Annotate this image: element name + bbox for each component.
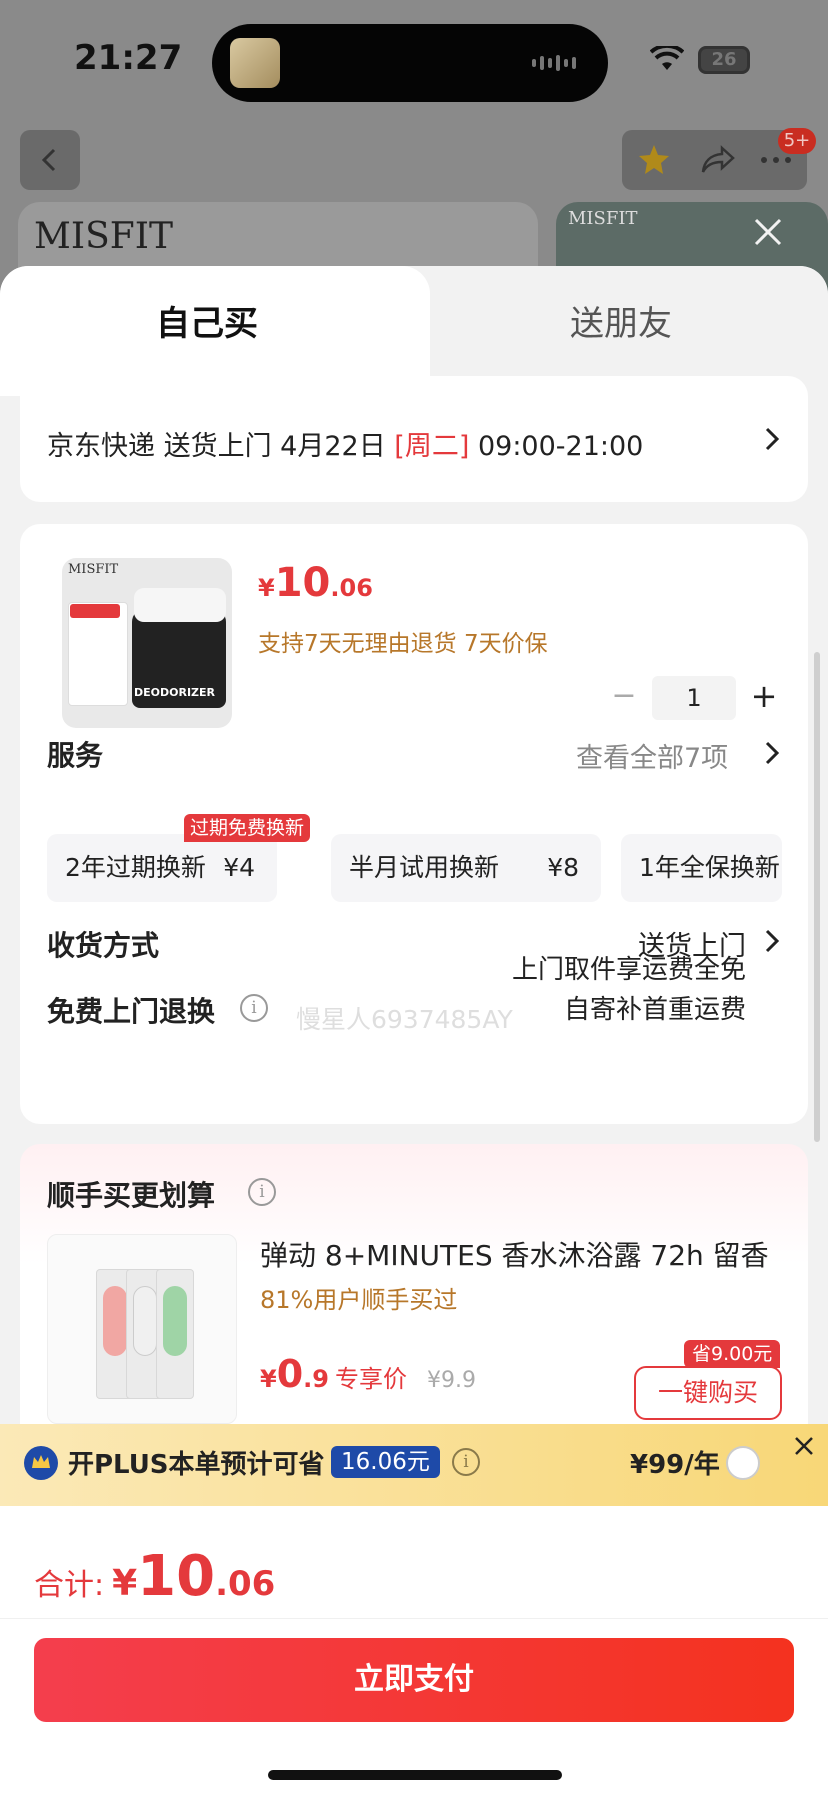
delivery-time: 09:00-21:00 (469, 431, 644, 462)
price-symbol: ¥ (258, 574, 275, 602)
recommend-card: 顺手买更划算 i 弹动 8+MINUTES 香水沐浴露 72h 留香 81%用户… (20, 1144, 808, 1444)
return-policy: 支持7天无理由退货 7天价保 (258, 631, 548, 657)
delivery-text: 京东快递 送货上门 4月22日 [周二] 09:00-21:00 (47, 424, 643, 463)
product-image-label: DEODORIZER (134, 686, 216, 699)
total-label: 合计: (34, 1568, 105, 1603)
tab-friend[interactable]: 送朋友 (570, 296, 672, 345)
quantity-input[interactable]: 1 (652, 676, 736, 720)
plus-price: ¥99/年 (630, 1450, 720, 1480)
product-image-tag-red (70, 604, 120, 618)
price-symbol: ¥ (260, 1365, 277, 1393)
star-icon[interactable] (636, 142, 672, 178)
increase-button[interactable]: + (744, 676, 784, 720)
order-card: MISFIT DEODORIZER ¥10.06 支持7天无理由退货 7天价保 … (20, 524, 808, 1124)
status-time: 21:27 (74, 38, 183, 78)
brand-text: MISFIT (34, 216, 173, 257)
price-int: 10 (274, 560, 331, 606)
pay-now-button[interactable]: 立即支付 (34, 1638, 794, 1722)
share-icon[interactable] (700, 144, 736, 176)
product-image-lid (134, 588, 226, 622)
now-playing-thumbnail (230, 38, 280, 88)
decrease-button[interactable]: − (604, 676, 644, 720)
back-arrow-icon (41, 148, 56, 172)
service-name: 半月试用换新 (349, 853, 500, 882)
plus-text: 开PLUS本单预计可省 (68, 1450, 325, 1480)
service-option-3[interactable]: 1年全保换新 (621, 834, 782, 902)
chevron-right-icon (765, 741, 780, 765)
free-return-info: 上门取件享运费全免 自寄补首重运费 (512, 950, 746, 1030)
shipping-label: 收货方式 (47, 929, 160, 962)
back-button[interactable] (20, 130, 80, 190)
total-int: 10 (137, 1544, 216, 1609)
info-icon[interactable]: i (248, 1178, 276, 1206)
service-option-2[interactable]: 半月试用换新 ¥8 (331, 834, 601, 902)
delivery-card[interactable]: 京东快递 送货上门 4月22日 [周二] 09:00-21:00 (20, 376, 808, 502)
audio-wave-icon (532, 54, 580, 72)
product-image-brand: MISFIT (68, 562, 119, 577)
recommend-price: ¥0.9 专享价 ¥9.9 (260, 1352, 476, 1396)
services-view-all[interactable]: 查看全部7项 (576, 736, 728, 775)
delivery-weekday: [周二] (394, 431, 470, 462)
service-price: ¥8 (547, 853, 579, 882)
recommend-product-sub: 81%用户顺手买过 (260, 1286, 458, 1314)
free-return-line1: 上门取件享运费全免 (511, 955, 746, 985)
brand-text-small: MISFIT (568, 208, 638, 229)
price-dec: .06 (330, 574, 373, 602)
info-icon[interactable]: i (240, 994, 268, 1022)
tab-self[interactable]: 自己买 (156, 296, 258, 345)
close-icon[interactable] (792, 1434, 816, 1458)
service-badge: 过期免费换新 (184, 814, 311, 842)
service-name: 2年过期换新 (65, 853, 206, 882)
plus-banner: 开PLUS本单预计可省 16.06元 i ¥99/年 (0, 1424, 828, 1506)
recommend-product-name[interactable]: 弹动 8+MINUTES 香水沐浴露 72h 留香 (260, 1234, 769, 1274)
total-symbol: ¥ (112, 1563, 138, 1604)
crown-icon (24, 1446, 58, 1480)
price-dec: .9 (303, 1365, 329, 1393)
free-return-line2: 自寄补首重运费 (563, 995, 746, 1025)
divider (0, 1618, 828, 1619)
original-price: ¥9.9 (426, 1368, 476, 1393)
product-image[interactable]: MISFIT DEODORIZER (62, 558, 232, 728)
one-click-buy-button[interactable]: 一键购买 (634, 1366, 782, 1420)
plus-amount: 16.06元 (331, 1446, 440, 1478)
save-tag: 省9.00元 (684, 1340, 781, 1368)
recommend-product-image[interactable] (47, 1234, 237, 1424)
product-price: ¥10.06 (258, 560, 373, 606)
dynamic-island (212, 24, 608, 102)
close-icon[interactable] (752, 216, 784, 248)
bottom-bar: 合计: ¥10.06 立即支付 (0, 1506, 828, 1796)
chevron-right-icon (765, 929, 780, 953)
scrollbar[interactable] (814, 652, 820, 1142)
order-total: 合计: ¥10.06 (34, 1544, 275, 1609)
service-option-1[interactable]: 2年过期换新 ¥4 (47, 834, 277, 902)
plus-radio[interactable] (726, 1446, 760, 1480)
delivery-method: 京东快递 送货上门 4月22日 (47, 431, 395, 462)
watermark: 慢星人6937485AY (296, 1005, 513, 1034)
total-dec: .06 (215, 1564, 276, 1604)
product-stick (156, 1269, 194, 1399)
wifi-icon (650, 46, 684, 70)
quantity-stepper: − 1 + (604, 676, 784, 720)
more-icon[interactable] (760, 156, 792, 164)
chevron-right-icon (765, 427, 780, 451)
free-return-label: 免费上门退换 (47, 995, 216, 1028)
info-icon[interactable]: i (452, 1448, 480, 1476)
cart-badge: 5+ (778, 128, 816, 154)
home-indicator (268, 1770, 562, 1780)
price-label: 专享价 (334, 1365, 407, 1393)
services-label: 服务 (47, 739, 104, 772)
service-price: ¥4 (223, 853, 255, 882)
service-name: 1年全保换新 (639, 853, 780, 882)
recommend-title: 顺手买更划算 (47, 1179, 216, 1212)
price-int: 0 (276, 1352, 304, 1396)
battery-icon: 26 (698, 46, 750, 74)
